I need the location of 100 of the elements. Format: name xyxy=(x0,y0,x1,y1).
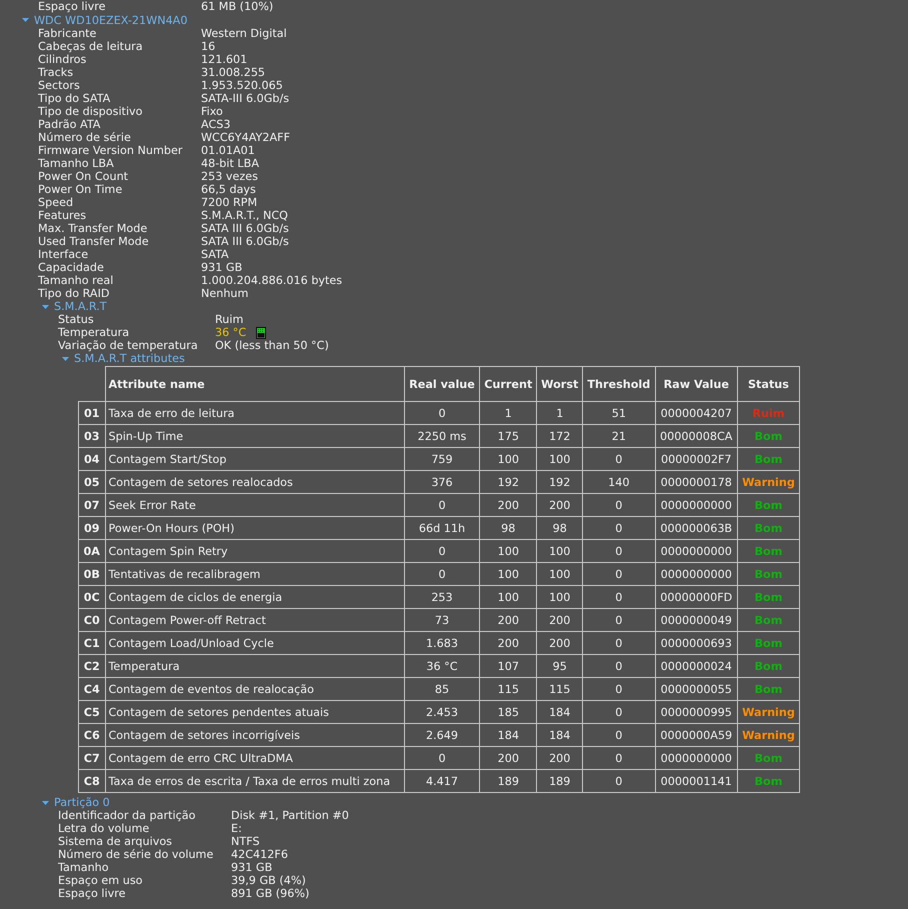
attribute-name-cell: Contagem Start/Stop xyxy=(105,448,404,470)
attribute-name-cell: Temperatura xyxy=(105,654,404,678)
table-cell: 0 xyxy=(404,540,480,562)
table-cell: 0000000000 xyxy=(655,562,738,586)
table-cell: 200 xyxy=(480,608,537,632)
attribute-name-cell: Taxa de erros de escrita / Taxa de erros multi zona xyxy=(105,770,404,792)
table-cell: 253 xyxy=(404,586,480,608)
property-label: Espaço em uso xyxy=(58,874,144,887)
column-header: Threshold xyxy=(582,366,656,402)
table-cell: 00000000FD xyxy=(655,586,738,608)
property-value: 01.01A01 xyxy=(201,144,255,157)
property-value: 31.008.255 xyxy=(201,66,266,79)
table-cell: 0000000055 xyxy=(655,678,738,700)
attribute-name-cell: Taxa de erro de leitura xyxy=(105,402,404,424)
property-value: SATA xyxy=(201,248,229,261)
status-cell: Bom xyxy=(737,424,800,448)
table-cell: 0 xyxy=(404,746,480,770)
property-value: Ruim xyxy=(215,313,244,326)
table-cell: 115 xyxy=(480,678,537,700)
expand-arrow-icon[interactable] xyxy=(42,304,49,308)
expand-arrow-icon[interactable] xyxy=(62,356,69,360)
property-value: 7200 RPM xyxy=(201,196,258,209)
tree-node-title[interactable]: S.M.A.R.T attributes xyxy=(74,352,185,365)
table-cell: 0 xyxy=(582,770,656,792)
status-cell: Bom xyxy=(737,632,800,654)
expand-arrow-icon[interactable] xyxy=(42,800,49,804)
attribute-id-cell: C5 xyxy=(78,700,105,724)
property-value: 891 GB (96%) xyxy=(231,887,310,900)
attribute-id-cell: C1 xyxy=(78,632,105,654)
property-value: ACS3 xyxy=(201,118,230,131)
table-cell: 85 xyxy=(404,678,480,700)
property-value: 931 GB xyxy=(201,261,242,274)
property-label: Tipo do RAID xyxy=(38,287,110,300)
table-cell: 0 xyxy=(582,700,656,724)
property-value: 42C412F6 xyxy=(231,848,288,861)
attribute-id-cell: 01 xyxy=(78,402,105,424)
property-label: Max. Transfer Mode xyxy=(38,222,148,235)
table-cell: 0 xyxy=(582,654,656,678)
property-label: Padrão ATA xyxy=(38,118,102,131)
table-cell: 0 xyxy=(582,516,656,540)
table-cell: 0000000049 xyxy=(655,608,738,632)
table-cell: 98 xyxy=(536,516,583,540)
table-cell: 0000004207 xyxy=(655,402,738,424)
table-cell: 200 xyxy=(536,746,583,770)
property-label: Tamanho real xyxy=(38,274,114,287)
table-cell: 51 xyxy=(582,402,656,424)
tree-node-title[interactable]: WDC WD10EZEX-21WN4A0 xyxy=(34,14,188,26)
status-cell: Bom xyxy=(737,562,800,586)
table-cell: 0000000693 xyxy=(655,632,738,654)
property-value: Fixo xyxy=(201,105,223,118)
property-value: SATA-III 6.0Gb/s xyxy=(201,92,290,105)
table-cell: 2.649 xyxy=(404,724,480,746)
status-cell: Bom xyxy=(737,516,800,540)
status-cell: Warning xyxy=(737,724,800,746)
property-value: 253 vezes xyxy=(201,170,258,183)
table-cell: 100 xyxy=(480,586,537,608)
table-cell: 0 xyxy=(582,494,656,516)
property-label: Tamanho xyxy=(58,861,110,874)
property-value: OK (less than 50 °C) xyxy=(215,339,329,352)
table-cell: 189 xyxy=(480,770,537,792)
table-cell: 0 xyxy=(582,608,656,632)
attribute-id-cell: C8 xyxy=(78,770,105,792)
property-value: 48-bit LBA xyxy=(201,157,259,170)
table-cell: 0 xyxy=(582,632,656,654)
table-cell: 0000000995 xyxy=(655,700,738,724)
column-header: Current xyxy=(480,366,537,402)
attribute-name-cell: Contagem Power-off Retract xyxy=(105,608,404,632)
table-cell: 100 xyxy=(480,540,537,562)
table-cell: 73 xyxy=(404,608,480,632)
property-value: WCC6Y4AY2AFF xyxy=(201,131,290,144)
property-label: Interface xyxy=(38,248,90,261)
table-cell: 0 xyxy=(582,746,656,770)
column-header: Real value xyxy=(404,366,480,402)
attribute-name-cell: Contagem de eventos de realocação xyxy=(105,678,404,700)
property-label: Tamanho LBA xyxy=(38,157,115,170)
table-cell: 0000000000 xyxy=(655,746,738,770)
table-cell: 1 xyxy=(480,402,537,424)
property-label: Status xyxy=(58,313,95,326)
table-cell: 0000001141 xyxy=(655,770,738,792)
table-cell: 100 xyxy=(536,586,583,608)
property-label: Cilindros xyxy=(38,53,88,66)
expand-arrow-icon[interactable] xyxy=(22,18,29,22)
table-cell: 00000008CA xyxy=(655,424,738,448)
property-label: Power On Count xyxy=(38,170,130,183)
tree-node-title[interactable]: S.M.A.R.T xyxy=(54,300,107,313)
attribute-id-cell: C4 xyxy=(78,678,105,700)
property-value: SATA III 6.0Gb/s xyxy=(201,235,289,248)
property-value: 66,5 days xyxy=(201,183,256,196)
table-cell: 0 xyxy=(582,678,656,700)
table-cell: 2250 ms xyxy=(404,424,480,448)
property-value: Nenhum xyxy=(201,287,248,300)
status-cell: Bom xyxy=(737,770,800,792)
table-cell: 376 xyxy=(404,470,480,494)
tree-node-title[interactable]: Partição 0 xyxy=(54,796,110,809)
property-label: Espaço livre xyxy=(58,887,126,900)
property-value: E: xyxy=(231,822,242,835)
attribute-name-cell: Contagem de setores realocados xyxy=(105,470,404,494)
property-label: Speed xyxy=(38,196,74,209)
property-label: Temperatura xyxy=(58,326,130,339)
table-cell: 200 xyxy=(480,746,537,770)
